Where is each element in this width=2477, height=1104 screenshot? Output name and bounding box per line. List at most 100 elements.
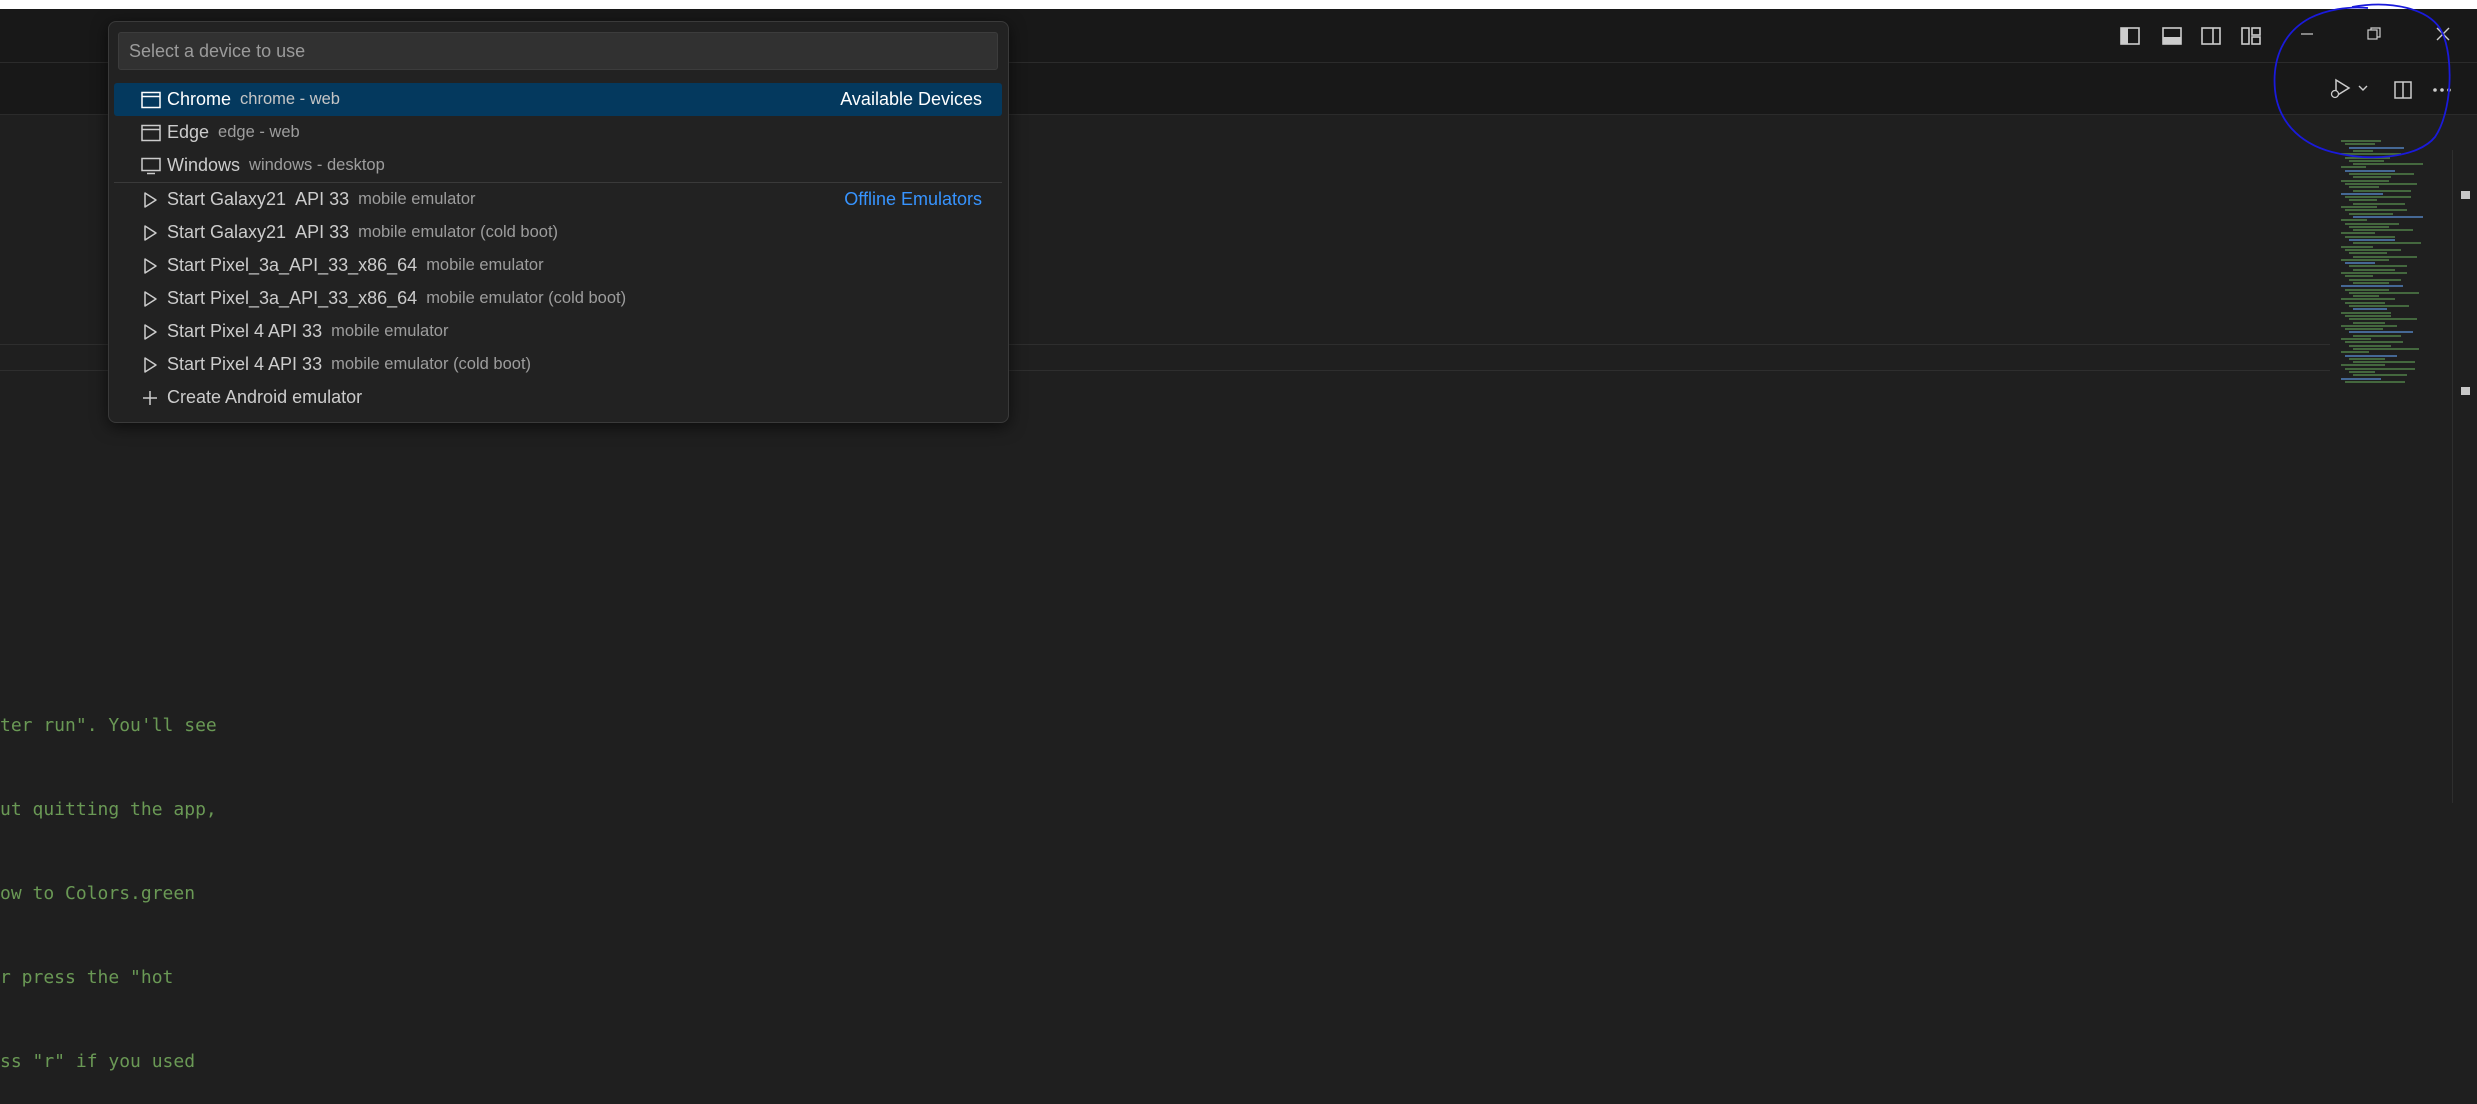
minimap-line [2353,255,2417,258]
minimap-line [2341,338,2371,340]
minimap-line [2353,229,2413,232]
device-quick-pick: Chrome chrome - web Available Devices Edgee… [108,21,1009,423]
minimap-line [2353,215,2423,218]
minimap-line [2353,189,2411,192]
minimap-line [2341,377,2381,380]
minimap-line [2341,364,2385,367]
minimap-line [2353,334,2401,337]
minimap-line [2353,163,2423,166]
device-option-label: Start Galaxy21 API 33 [167,222,350,242]
minimap-line [2345,209,2407,212]
minimap-line [2353,242,2421,245]
minimap-line [2349,305,2409,307]
device-option-label: Start Pixel 4 API 33 [167,321,323,341]
minimap-line [2341,351,2369,354]
device-list: Chrome chrome - web Available Devices Edge e… [114,83,1002,414]
device-option[interactable]: Start Pixel_3a_API_33_x86_64 mobile emula… [114,282,1002,315]
minimap-line [2349,265,2407,268]
device-option[interactable]: Start Pixel_3a_API_33_x86_64 mobile emula… [114,249,1002,282]
minimap-line [2353,176,2391,179]
minimap[interactable] [2337,140,2437,390]
minimap-line [2345,235,2395,238]
device-option-description: mobile emulator (cold boot) [331,355,532,373]
device-option[interactable]: Start Pixel 4 API 33 mobile emulator (col… [114,348,1002,381]
minimap-line [2345,301,2385,304]
minimap-line [2341,311,2391,314]
minimap-line [2345,354,2397,357]
play-icon [141,255,163,277]
device-option-label: Windows [167,155,241,175]
minimap-line [2341,245,2373,248]
group-label: Offline Emulators [844,189,982,209]
minimap-line [2349,318,2417,321]
device-option[interactable]: Start Galaxy21 API 33 mobile emulator Offl… [114,183,1002,216]
device-option[interactable]: Start Galaxy21 API 33 mobile emulator (co… [114,216,1002,249]
minimap-line [2345,222,2399,225]
device-option[interactable]: Create Android emulator [114,381,1002,414]
device-option-description: edge - web [218,123,300,141]
scrollbar-marker [2461,191,2470,199]
toggle-primary-sidebar-icon[interactable] [2117,23,2143,49]
minimap-line [2345,169,2395,172]
device-option-label: Start Pixel_3a_API_33_x86_64 [167,255,418,275]
play-icon [141,288,163,310]
device-option-label: Chrome [167,89,232,109]
device-option-label: Create Android emulator [167,387,363,407]
minimap-line [2349,199,2377,202]
minimap-line [2341,166,2366,169]
minimap-line [2341,324,2397,327]
device-option[interactable]: Start Pixel 4 API 33 mobile emulator [114,315,1002,348]
minimap-line [2353,281,2389,284]
group-label: Available Devices [840,89,982,109]
minimap-line [2353,308,2387,311]
scrollbar-marker [2461,387,2470,395]
play-icon [141,189,163,211]
desktop-monitor-icon [141,155,163,177]
minimap-line [2345,328,2383,331]
device-option-description: windows - desktop [249,156,385,174]
device-option[interactable]: Windows windows - desktop [114,149,1002,182]
plus-icon [141,387,163,409]
minimap-line [2349,344,2391,347]
toggle-panel-icon[interactable] [2159,23,2185,49]
minimap-line [2345,288,2389,291]
minimap-line [2345,275,2373,278]
minimap-line [2341,179,2389,182]
minimap-line [2349,371,2375,373]
minimap-line [2345,367,2415,370]
minimap-line [2353,295,2379,298]
minimap-line [2353,268,2395,271]
minimap-line [2349,291,2419,294]
minimap-line [2341,285,2403,288]
device-option[interactable]: Chrome chrome - web Available Devices [114,83,1002,116]
code-line: ter run". You'll see [0,715,217,736]
minimap-line [2341,232,2375,235]
minimap-line [2345,196,2411,199]
device-option[interactable]: Edge edge - web [114,116,1002,149]
device-option-label: Start Pixel 4 API 33 [167,354,323,374]
minimap-line [2349,252,2387,255]
device-option-label: Start Pixel_3a_API_33_x86_64 [167,288,418,308]
minimap-line [2349,239,2395,241]
code-comment-lines[interactable]: ter run". You'll see ut quitting the app… [0,656,217,1104]
minimap-line [2349,225,2389,228]
minimap-line [2349,186,2379,189]
minimap-line [2353,321,2385,324]
vertical-scrollbar[interactable] [2452,150,2453,803]
device-option-description: mobile emulator (cold boot) [358,223,559,241]
device-option-description: mobile emulator [358,190,476,208]
minimap-line [2345,341,2403,344]
minimap-line [2341,219,2367,222]
minimap-line [2341,298,2395,301]
minimap-line [2345,262,2375,265]
minimap-line [2353,361,2415,364]
device-search-input[interactable] [118,32,998,70]
play-icon [141,321,163,343]
toggle-secondary-sidebar-icon[interactable] [2198,23,2224,49]
device-option-label: Start Galaxy21 API 33 [167,189,350,209]
screen-top-edge [0,0,2477,9]
customize-layout-icon[interactable] [2238,23,2264,49]
code-line: ow to Colors.green [0,883,196,904]
minimap-line [2349,357,2385,360]
code-line: r press the "hot [0,967,174,988]
